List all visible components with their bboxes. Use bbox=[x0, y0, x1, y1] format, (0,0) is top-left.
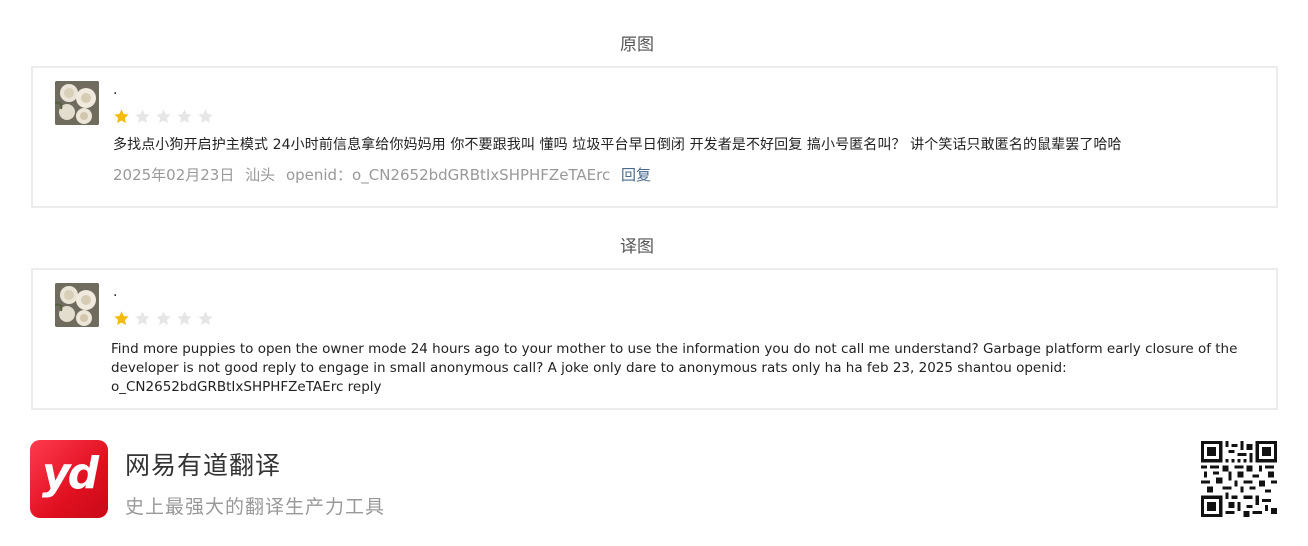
brand-name: 网易有道翻译 bbox=[125, 451, 282, 480]
star-empty-icon bbox=[177, 109, 192, 123]
avatar[interactable] bbox=[55, 81, 99, 125]
review-comment: 多找点小狗开启护主模式 24小时前信息拿给你妈妈用 你不要跟我叫 懂吗 垃圾平台… bbox=[113, 137, 1122, 153]
star-empty-icon bbox=[198, 109, 213, 123]
review-meta: 2025年02月23日 汕头 openid：o_CN2652bdGRBtIxSH… bbox=[113, 164, 657, 185]
avatar[interactable] bbox=[55, 283, 99, 327]
review-openid: openid：o_CN2652bdGRBtIxSHPHFZeTAErc bbox=[285, 166, 611, 184]
youdao-logo: yd bbox=[30, 440, 108, 518]
star-empty-icon bbox=[156, 311, 171, 325]
review-date: 2025年02月23日 bbox=[113, 166, 235, 184]
translated-review-card: . Find more puppies to open the owner mo… bbox=[31, 268, 1278, 410]
brand-slogan: 史上最强大的翻译生产力工具 bbox=[125, 496, 386, 518]
original-section-title: 原图 bbox=[620, 35, 654, 55]
logo-text: yd bbox=[41, 448, 99, 499]
star-empty-icon bbox=[198, 311, 213, 325]
reply-link[interactable]: 回复 bbox=[621, 166, 651, 184]
star-filled-icon bbox=[114, 311, 129, 325]
translated-review-text: Find more puppies to open the owner mode… bbox=[111, 341, 1238, 395]
star-filled-icon bbox=[114, 109, 129, 123]
star-empty-icon bbox=[156, 109, 171, 123]
original-review-card: . 多找点小狗开启护主模式 24小时前信息拿给你妈妈用 你不要跟我叫 懂吗 垃圾… bbox=[31, 66, 1278, 208]
star-empty-icon bbox=[135, 311, 150, 325]
review-location: 汕头 bbox=[245, 166, 276, 184]
star-rating bbox=[113, 310, 214, 327]
star-rating bbox=[113, 108, 214, 125]
translated-section-title: 译图 bbox=[620, 237, 654, 257]
star-empty-icon bbox=[177, 311, 192, 325]
user-name: . bbox=[113, 284, 118, 300]
qr-code-icon bbox=[1201, 441, 1277, 517]
user-name: . bbox=[113, 82, 118, 98]
star-empty-icon bbox=[135, 109, 150, 123]
